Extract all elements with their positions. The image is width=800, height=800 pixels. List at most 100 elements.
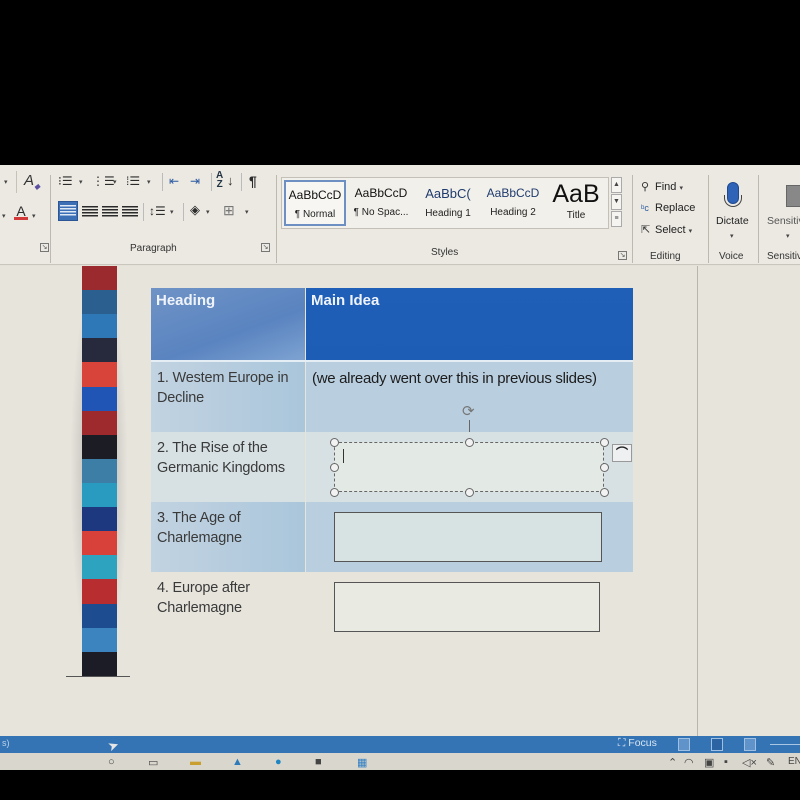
resize-handle[interactable]	[600, 463, 609, 472]
shading-icon[interactable]: ◈	[190, 202, 200, 218]
main-idea-cell[interactable]	[306, 502, 633, 572]
layout-options-icon[interactable]: ⌒	[612, 444, 632, 462]
decrease-indent-icon[interactable]: ⇤	[169, 173, 179, 189]
chevron-down-icon: ▾	[730, 233, 734, 240]
justify-icon	[122, 205, 138, 217]
volume-icon[interactable]: ◁×	[742, 756, 757, 769]
group-divider	[708, 175, 709, 263]
multilevel-list-icon[interactable]: ⁞☰	[126, 173, 140, 189]
align-left-button[interactable]	[58, 201, 78, 221]
heading-cell[interactable]: 3. The Age of Charlemagne	[151, 502, 305, 572]
styles-dialog-launcher[interactable]: ↘	[618, 251, 627, 260]
task-view-icon[interactable]: ▭	[148, 756, 158, 769]
justify-button[interactable]	[121, 203, 139, 219]
header-cell-main-idea[interactable]: Main Idea	[306, 288, 633, 360]
select-button[interactable]: ⇱ Select ▾	[641, 223, 692, 236]
table-row: 2. The Rise of the Germanic Kingdoms ⌒	[151, 432, 633, 502]
answer-textbox[interactable]	[334, 582, 600, 632]
align-right-button[interactable]	[101, 203, 119, 219]
style-heading-2[interactable]: AaBbCcD Heading 2	[482, 180, 544, 226]
align-center-button[interactable]	[81, 203, 99, 219]
sensitivity-button[interactable]: Sensitivity ▾	[764, 177, 800, 247]
mail-icon[interactable]: ▲	[232, 756, 243, 768]
pen-icon[interactable]: ✎	[766, 756, 775, 769]
answer-textbox[interactable]	[334, 512, 602, 562]
paragraph-group-label: Paragraph	[130, 243, 177, 254]
styles-scroll-down[interactable]: ▼	[611, 194, 622, 210]
clear-formatting-icon[interactable]: A◆	[24, 173, 40, 195]
print-layout-icon[interactable]	[711, 738, 723, 751]
divider	[16, 171, 17, 193]
style-no-spacing[interactable]: AaBbCcD ¶ No Spac...	[349, 180, 413, 226]
sort-icon[interactable]: AZ	[216, 171, 223, 190]
battery-icon[interactable]: ▪	[724, 756, 728, 768]
header-text: Main Idea	[311, 292, 380, 309]
header-cell-heading[interactable]: Heading	[151, 288, 305, 360]
main-idea-cell[interactable]	[306, 572, 633, 642]
web-layout-icon[interactable]	[744, 738, 756, 751]
file-explorer-icon[interactable]: ▬	[190, 756, 201, 768]
align-right-icon	[102, 205, 118, 217]
show-marks-icon[interactable]: ¶	[249, 173, 257, 189]
highlight-dropdown-icon[interactable]: ▾	[2, 209, 6, 225]
group-divider	[276, 175, 277, 263]
resize-handle[interactable]	[330, 463, 339, 472]
numbering-icon[interactable]: ⋮☰	[92, 173, 115, 189]
edge-icon[interactable]: ●	[275, 756, 282, 768]
multilevel-dropdown-icon[interactable]: ▾	[147, 175, 151, 191]
sensitivity-group-label: Sensitivity	[767, 251, 800, 262]
heading-cell[interactable]: 4. Europe after Charlemagne	[151, 572, 305, 642]
resize-handle[interactable]	[330, 488, 339, 497]
group-divider	[50, 175, 51, 263]
store-icon[interactable]: ■	[315, 756, 322, 768]
stripe-segment	[82, 603, 117, 628]
main-idea-cell[interactable]: (we already went over this in previous s…	[306, 362, 633, 432]
line-spacing-icon[interactable]: ↕☰	[149, 203, 166, 219]
font-color-dropdown-icon[interactable]: ▾	[32, 209, 36, 225]
heading-cell[interactable]: 2. The Rise of the Germanic Kingdoms	[151, 432, 305, 502]
document-canvas[interactable]: Heading Main Idea 1. Westem Europe in Dec…	[0, 266, 800, 736]
dictate-button[interactable]: Dictate ▾	[714, 177, 754, 247]
resize-handle[interactable]	[465, 438, 474, 447]
network-icon[interactable]: ◠	[684, 756, 694, 769]
style-heading-1[interactable]: AaBbC( Heading 1	[416, 180, 480, 226]
paragraph-dialog-launcher[interactable]: ↘	[261, 243, 270, 252]
styles-more[interactable]: ≡	[611, 211, 622, 227]
borders-dropdown-icon[interactable]: ▾	[245, 205, 249, 221]
borders-icon[interactable]: ⊞	[223, 202, 235, 218]
answer-textbox-selected[interactable]	[330, 438, 609, 497]
font-color-icon[interactable]: A	[14, 203, 28, 220]
find-button[interactable]: ⚲ Find ▾	[641, 180, 683, 193]
language-indicator[interactable]: EN	[788, 756, 800, 767]
line-spacing-dropdown-icon[interactable]: ▾	[170, 205, 174, 221]
numbering-dropdown-icon[interactable]: ▾	[113, 175, 117, 191]
stripe-segment	[82, 290, 117, 315]
increase-indent-icon[interactable]: ⇥	[190, 173, 200, 189]
search-icon[interactable]: ○	[108, 756, 115, 768]
focus-button[interactable]: ⛶ Focus	[618, 737, 657, 750]
stripe-segment	[82, 627, 117, 652]
bullets-icon[interactable]: ⁝☰	[58, 173, 73, 189]
word-icon[interactable]: ▦	[357, 756, 367, 769]
display-icon[interactable]: ▣	[704, 756, 714, 769]
striped-bar-image[interactable]	[82, 266, 117, 676]
main-idea-text: (we already went over this in previous s…	[312, 370, 597, 387]
font-size-dropdown-icon[interactable]: ▾	[4, 175, 8, 191]
heading-cell[interactable]: 1. Westem Europe in Decline	[151, 362, 305, 432]
style-normal[interactable]: AaBbCcD ¶ Normal	[284, 180, 346, 226]
shading-dropdown-icon[interactable]: ▾	[206, 205, 210, 221]
zoom-slider[interactable]	[770, 744, 800, 745]
resize-handle[interactable]	[600, 488, 609, 497]
bullets-dropdown-icon[interactable]: ▾	[79, 175, 83, 191]
resize-handle[interactable]	[330, 438, 339, 447]
resize-handle[interactable]	[600, 438, 609, 447]
styles-scroll-up[interactable]: ▲	[611, 177, 622, 193]
resize-handle[interactable]	[465, 488, 474, 497]
chevron-up-icon[interactable]: ⌃	[668, 756, 677, 769]
replace-button[interactable]: ᵇc Replace	[641, 202, 695, 214]
font-dialog-launcher[interactable]: ↘	[40, 243, 49, 252]
main-idea-cell[interactable]: ⌒	[306, 432, 633, 502]
style-title[interactable]: AaB Title	[546, 180, 606, 226]
rotate-handle-icon[interactable]: ⟳	[462, 402, 475, 420]
read-mode-icon[interactable]	[678, 738, 690, 751]
